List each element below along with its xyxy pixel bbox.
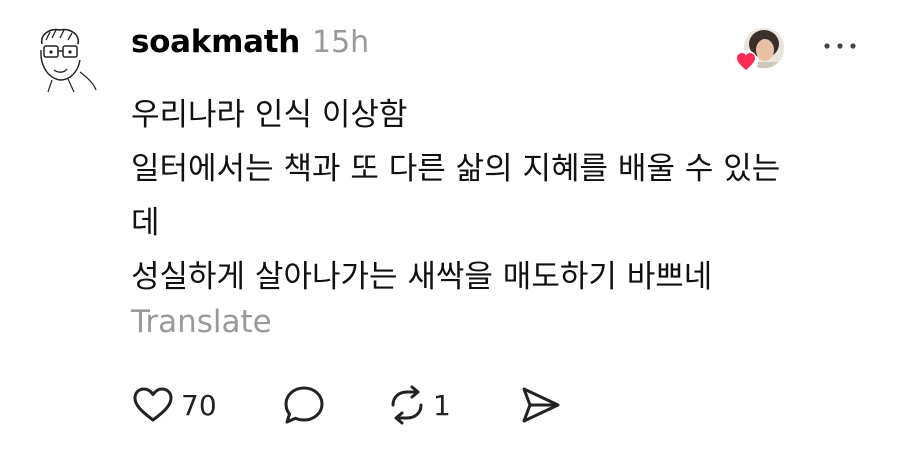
repost-button[interactable]: 1 (383, 380, 451, 430)
liker-avatar[interactable] (732, 26, 788, 78)
translate-link[interactable]: Translate (131, 297, 272, 347)
comment-button[interactable] (281, 380, 327, 430)
liker-photo-icon (734, 26, 786, 74)
like-button[interactable]: 70 (131, 380, 217, 430)
more-options-button[interactable] (818, 34, 862, 58)
post-text-line: 우리나라 인식 이상함 (131, 97, 408, 133)
more-dots-icon (824, 43, 856, 49)
share-button[interactable] (516, 380, 564, 430)
comment-bubble-icon (284, 386, 324, 424)
send-icon (522, 387, 560, 423)
like-count: 70 (181, 388, 217, 422)
heart-icon (133, 387, 173, 422)
author-username[interactable]: soakmath (131, 24, 300, 60)
repost-count: 1 (433, 388, 451, 422)
sketch-face-icon (40, 28, 97, 93)
post-header: soakmath 15h (131, 24, 369, 72)
post-timestamp: 15h (312, 25, 370, 60)
post-body: 우리나라 인식 이상함 일터에서는 책과 또 다른 삶의 지혜를 배울 수 있는… (131, 88, 871, 304)
author-avatar[interactable] (22, 20, 98, 96)
repost-icon (391, 385, 423, 425)
heart-badge-icon (734, 50, 758, 74)
action-bar: 70 1 (131, 380, 591, 430)
post-text-line: 성실하게 살아나가는 새싹을 매도하기 바쁘네 (131, 259, 713, 295)
post-text-line: 데 (131, 205, 160, 241)
post-text-line: 일터에서는 책과 또 다른 삶의 지혜를 배울 수 있는 (131, 151, 781, 187)
